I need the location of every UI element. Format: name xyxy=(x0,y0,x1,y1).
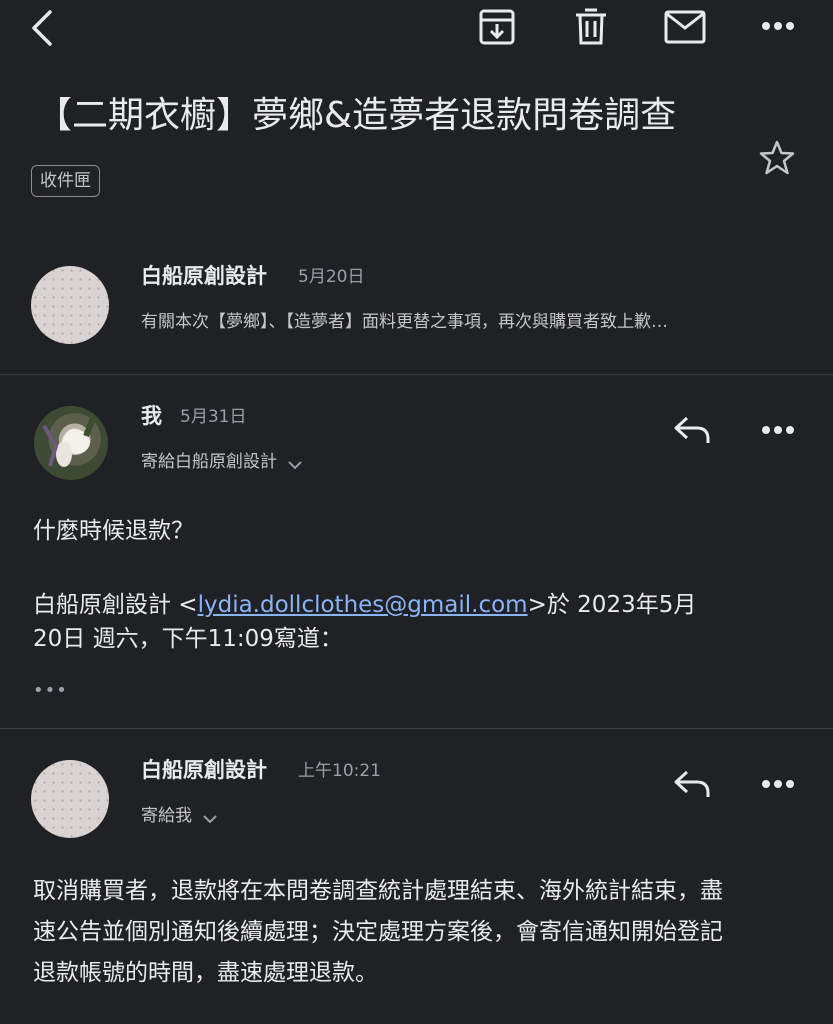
message-date: 5月20日 xyxy=(298,267,365,287)
reply-button[interactable] xyxy=(668,410,716,450)
sender-avatar xyxy=(31,760,109,838)
archive-icon xyxy=(479,9,515,45)
delete-icon xyxy=(576,8,606,45)
quote-prefix: 白船原創設計 < xyxy=(33,592,198,618)
more-icon xyxy=(762,780,794,788)
reply-icon xyxy=(674,770,710,797)
message-date: 上午10:21 xyxy=(298,761,381,781)
divider xyxy=(0,374,833,375)
delete-button[interactable] xyxy=(566,4,616,50)
message-more-button[interactable] xyxy=(754,764,802,804)
quoted-header-line2: 20日 週六，下午11:09寫道： xyxy=(33,626,343,652)
chevron-down-icon xyxy=(203,815,217,824)
back-icon xyxy=(32,10,52,46)
inbox-label[interactable]: 收件匣 xyxy=(31,165,100,197)
message-collapsed[interactable]: 白船原創設計 5月20日 有關本次【夢鄉】、【造夢者】面料更替之事項，再次與購買… xyxy=(0,240,833,372)
sender-name: 白船原創設計 xyxy=(141,758,267,782)
email-link[interactable]: lydia.dollclothes@gmail.com xyxy=(198,592,528,618)
more-button[interactable] xyxy=(754,6,802,46)
sender-name: 白船原創設計 xyxy=(141,264,267,288)
chevron-down-icon xyxy=(288,461,302,470)
email-subject: 【二期衣櫥】夢鄉&造夢者退款問卷調查 xyxy=(36,95,677,136)
sender-name: 我 xyxy=(141,404,162,428)
archive-button[interactable] xyxy=(472,4,522,50)
quoted-header: 白船原創設計 <lydia.dollclothes@gmail.com>於 20… xyxy=(33,587,696,623)
message-body-line: 取消購買者，退款將在本問卷調查統計處理結束、海外統計結束，盡 xyxy=(33,878,723,904)
recipient-details[interactable]: 寄給白船原創設計 xyxy=(141,447,303,477)
recipient-details[interactable]: 寄給我 xyxy=(141,801,218,831)
show-trimmed-content[interactable]: ••• xyxy=(33,680,68,701)
divider xyxy=(0,728,833,729)
message-snippet: 有關本次【夢鄉】、【造夢者】面料更替之事項，再次與購買者致上歉… xyxy=(141,312,668,332)
message-date: 5月31日 xyxy=(180,407,247,427)
mail-icon xyxy=(664,10,706,44)
message-body: 什麼時候退款？ xyxy=(33,518,194,544)
quote-suffix: >於 2023年5月 xyxy=(527,592,697,618)
message-more-button[interactable] xyxy=(754,410,802,450)
recipient-label: 寄給白船原創設計 xyxy=(141,452,277,472)
my-avatar xyxy=(34,406,108,480)
more-icon xyxy=(762,22,794,30)
message-body-line: 退款帳號的時間，盡速處理退款。 xyxy=(33,960,378,986)
reply-icon xyxy=(674,416,710,443)
star-button[interactable] xyxy=(754,136,800,180)
mark-unread-button[interactable] xyxy=(658,4,712,50)
recipient-label: 寄給我 xyxy=(141,806,192,826)
back-button[interactable] xyxy=(18,6,66,50)
star-icon xyxy=(759,140,795,175)
reply-button[interactable] xyxy=(668,764,716,804)
sender-avatar xyxy=(31,266,109,344)
more-icon xyxy=(762,426,794,434)
message-body-line: 速公告並個別通知後續處理；決定處理方案後，會寄信通知開始登記 xyxy=(33,919,723,945)
